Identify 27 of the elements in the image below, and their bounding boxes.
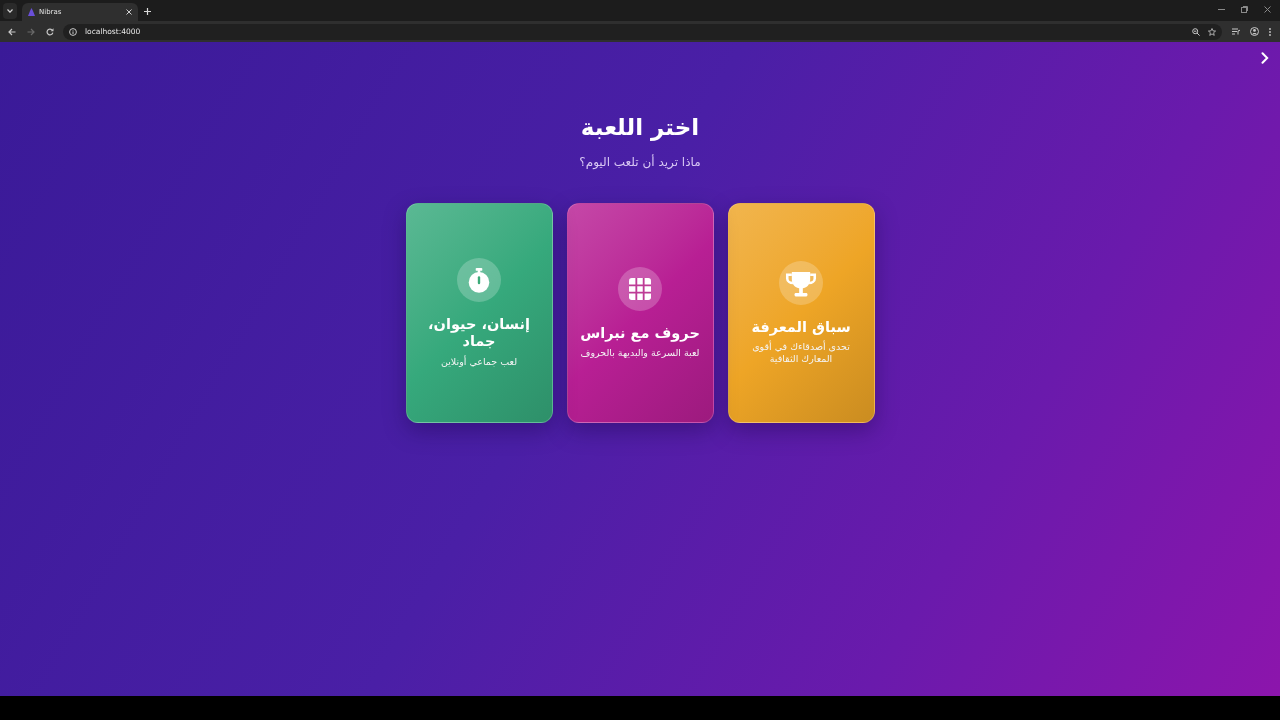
profile-icon[interactable] [1250, 27, 1259, 36]
reload-icon[interactable] [46, 27, 54, 36]
card-title: إنسان، حيوان، جماد [427, 315, 531, 351]
star-icon[interactable] [1208, 27, 1216, 36]
playlist-icon[interactable] [1232, 28, 1240, 35]
card-title: سباق المعرفة [751, 318, 851, 337]
back-icon[interactable] [8, 27, 16, 36]
game-card[interactable]: إنسان، حيوان، جماد لعب جماعي أونلاين [405, 202, 553, 423]
card-description: لعبة السرعة والبديهة بالحروف [579, 347, 701, 359]
card-title: حروف مع نبراس [580, 324, 700, 342]
restore-icon[interactable] [1241, 6, 1248, 13]
page-subtitle: ماذا تريد أن تلعب اليوم؟ [578, 153, 702, 171]
close-icon[interactable] [126, 9, 132, 15]
stopwatch-icon [457, 257, 501, 302]
info-icon[interactable] [69, 27, 77, 36]
grid-icon [618, 266, 662, 311]
plus-icon[interactable] [144, 8, 151, 15]
game-card[interactable]: حروف مع نبراس لعبة السرعة والبديهة بالحروف [566, 202, 714, 423]
card-description: تحدى أصدقاءك في أقوى المعارك الثقافية [751, 341, 851, 365]
page-title: اختر اللعبة [579, 113, 701, 142]
caret-down-icon[interactable] [7, 9, 13, 13]
close-icon[interactable] [1264, 6, 1271, 13]
zoom-icon[interactable] [1192, 27, 1200, 36]
card-description: لعب جماعي أونلاين [439, 355, 519, 368]
chevron-right-icon[interactable] [1261, 52, 1269, 64]
site-icon [28, 8, 35, 16]
trophy-icon [779, 260, 823, 305]
